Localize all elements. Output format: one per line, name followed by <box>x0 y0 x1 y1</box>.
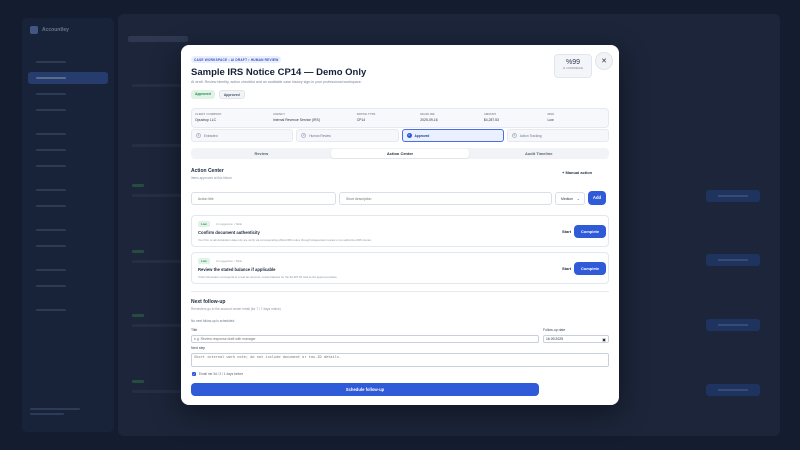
add-action-button[interactable]: Add <box>588 191 606 205</box>
step-human-review[interactable]: 2 Human Review <box>296 129 399 142</box>
tab-review[interactable]: Review <box>192 149 331 158</box>
modal-subtitle: AI draft. Review identity, action checkl… <box>191 80 362 84</box>
no-follow-up-text: No next follow-up is scheduled. <box>191 319 236 323</box>
calendar-icon: ▣ <box>602 337 606 342</box>
step-approved[interactable]: 3 Approved <box>401 129 504 142</box>
action-source: AI suggestion • Table <box>216 221 243 226</box>
action-center-title: Action Center <box>191 168 224 174</box>
step-action-tracking[interactable]: 4 Action Tracking <box>506 129 609 142</box>
follow-up-title: Next follow-up <box>191 299 226 305</box>
confidence-label: AI CONFIDENCE <box>562 67 584 70</box>
email-reminder-checkbox-row[interactable]: ✓ Email me 3d / 2 / 1 days before <box>192 372 243 376</box>
action-source: AI suggestion • Table <box>216 258 243 263</box>
status-badge: Approved <box>191 90 215 99</box>
action-title: Confirm document authenticity <box>198 230 260 235</box>
priority-badge: Low <box>198 221 210 227</box>
complete-button[interactable]: Complete <box>574 225 606 238</box>
case-metadata: CLIENT / COMPANY Opustrup LLC AGENCY Inter… <box>191 108 609 128</box>
action-title: Review the stated balance if applicable <box>198 267 276 272</box>
follow-up-subtitle: Reminders go to the account owner email … <box>191 307 281 311</box>
close-icon: ✕ <box>601 58 607 65</box>
priority-select-value: Medium <box>561 197 574 201</box>
status-badges: Approved Approved <box>191 90 245 99</box>
follow-up-title-input[interactable] <box>191 335 539 343</box>
action-description: Your firm or administration data only ar… <box>198 238 372 242</box>
action-center-subtitle: Items approved at this fixture <box>191 176 232 180</box>
step-extracted[interactable]: 1 Extracted <box>191 129 294 142</box>
meta-agency: AGENCY Internal Revenue Service (IRS) <box>272 112 320 122</box>
status-badge: Approved <box>218 90 245 99</box>
start-button[interactable]: Start <box>562 229 571 234</box>
divider <box>191 291 609 292</box>
follow-up-date-value: 16.09.2025 <box>546 337 563 341</box>
breadcrumb: CASE WORKSPACE • AI DRAFT • HUMAN REVIEW <box>191 56 282 63</box>
add-action-row: Medium ⌄ Add <box>191 190 609 206</box>
manual-action-button[interactable]: + Manual action <box>562 170 592 175</box>
meta-amount: AMOUNT $4,287.53 <box>483 112 499 122</box>
case-modal: CASE WORKSPACE • AI DRAFT • HUMAN REVIEW… <box>181 45 619 405</box>
chevron-down-icon: ⌄ <box>576 196 580 201</box>
priority-badge: Low <box>198 258 210 264</box>
meta-risk: RISK Low <box>547 112 555 122</box>
complete-button[interactable]: Complete <box>574 262 606 275</box>
action-item: Low AI suggestion • Table Confirm docume… <box>191 215 609 247</box>
action-description-input[interactable] <box>339 192 552 205</box>
schedule-follow-up-button[interactable]: Schedule follow-up <box>191 383 539 396</box>
start-button[interactable]: Start <box>562 266 571 271</box>
follow-up-date-input[interactable]: 16.09.2025 ▣ <box>543 335 609 343</box>
modal-tabs: Review Action Center Audit Timeline <box>191 148 609 159</box>
checkbox-label: Email me 3d / 2 / 1 days before <box>199 372 244 376</box>
meta-deadline: DEADLINE 2025-09-16 <box>420 112 438 122</box>
action-description: If this information correspond to a real… <box>198 275 338 279</box>
date-label: Follow-up date <box>543 328 566 332</box>
action-title-input[interactable] <box>191 192 336 205</box>
workflow-stepper: 1 Extracted 2 Human Review 3 Approved 4 Acti… <box>191 129 609 142</box>
close-button[interactable]: ✕ <box>595 52 613 70</box>
action-item: Low AI suggestion • Table Review the sta… <box>191 252 609 284</box>
confidence-card: %99 AI CONFIDENCE <box>554 54 592 78</box>
next-step-textarea[interactable] <box>191 353 609 367</box>
meta-notice-type: NOTICE TYPE CP14 <box>356 112 376 122</box>
confidence-value: %99 <box>565 59 580 66</box>
modal-title: Sample IRS Notice CP14 — Demo Only <box>191 67 367 78</box>
title-label: Title <box>191 328 198 332</box>
checkbox-checked-icon[interactable]: ✓ <box>192 372 196 376</box>
tab-audit-timeline[interactable]: Audit Timeline <box>469 149 608 158</box>
tab-action-center[interactable]: Action Center <box>330 149 470 158</box>
priority-select[interactable]: Medium ⌄ <box>555 192 585 205</box>
next-step-label: Next step <box>191 346 206 350</box>
meta-client: CLIENT / COMPANY Opustrup LLC <box>195 112 222 122</box>
